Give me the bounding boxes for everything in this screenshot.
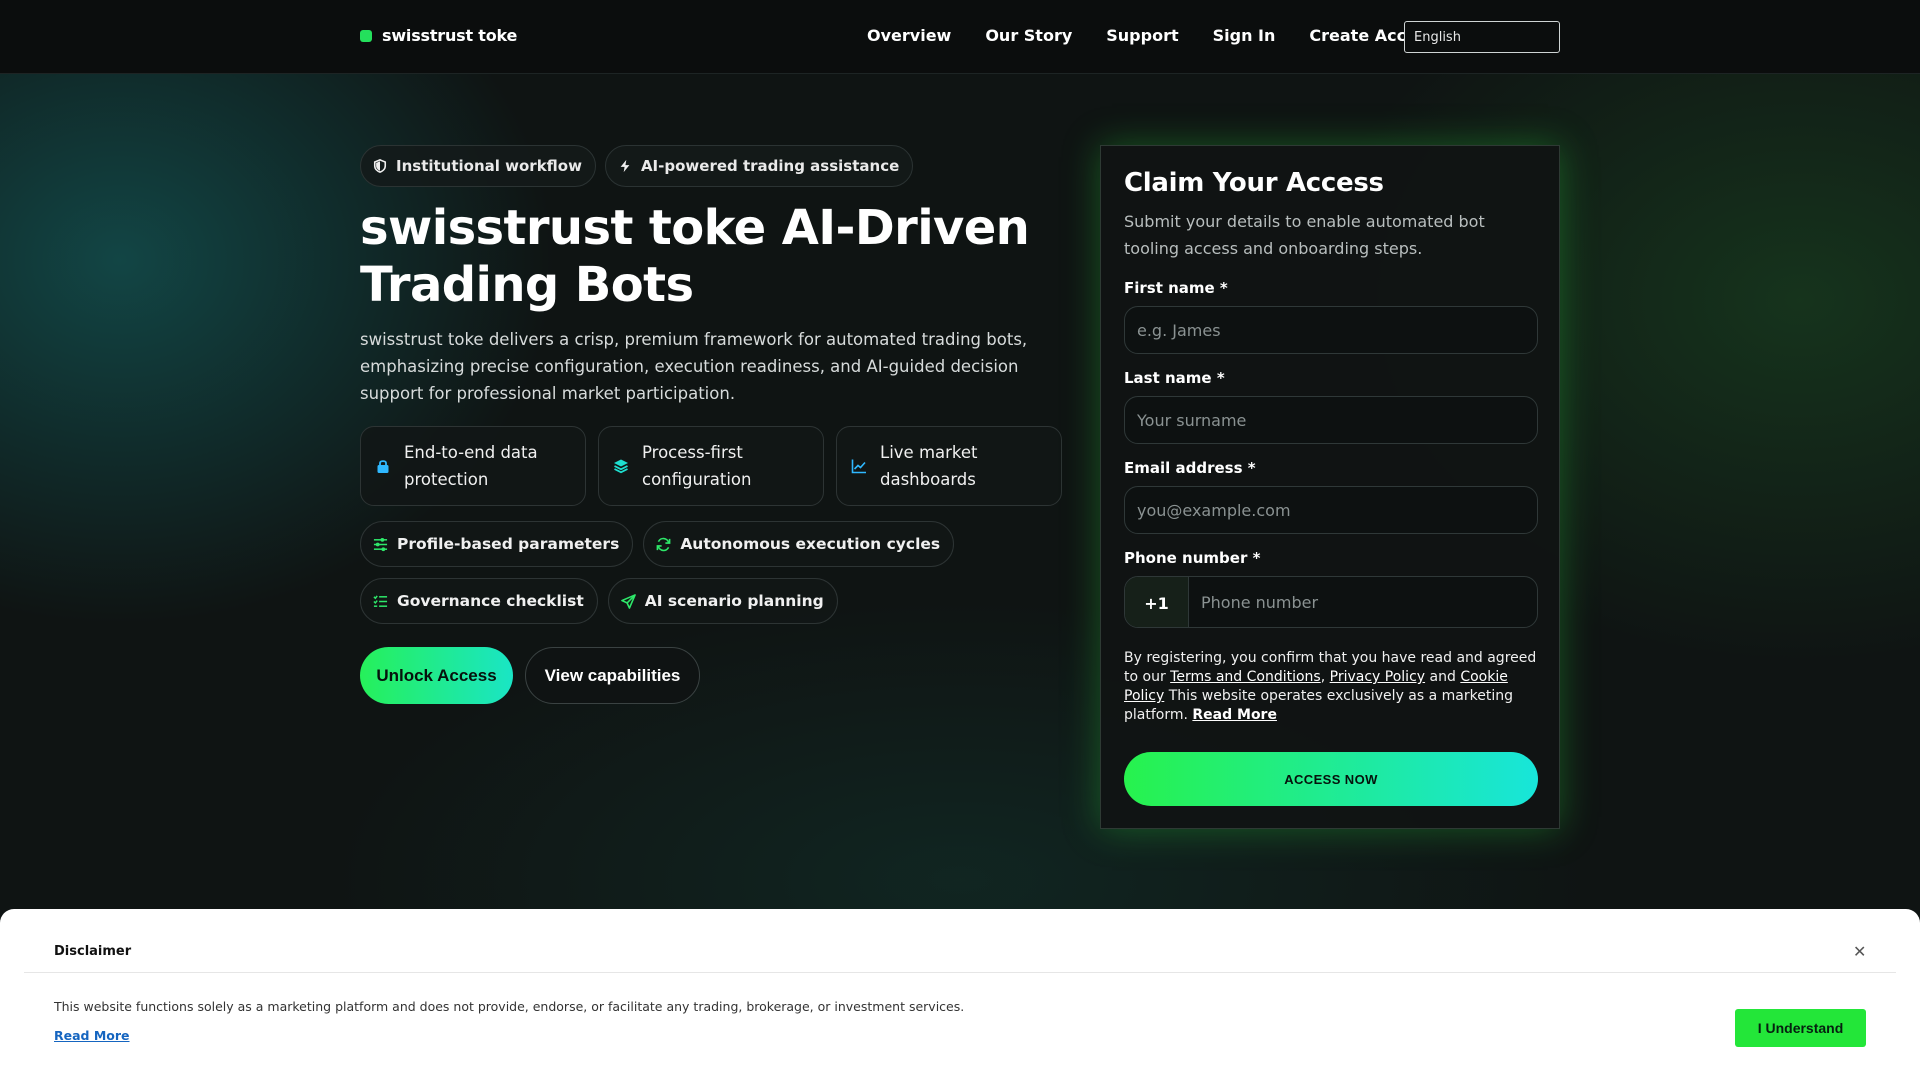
- send-icon: [620, 593, 636, 609]
- language-select[interactable]: English: [1404, 21, 1560, 53]
- lock-icon: [377, 460, 389, 473]
- bolt-icon: [620, 159, 630, 173]
- feature-cards: End-to-end data protection Process-first…: [360, 426, 1062, 506]
- pill-autonomous-cycles: Autonomous execution cycles: [643, 521, 955, 567]
- top-header: swisstrust toke Overview Our Story Suppo…: [0, 0, 1920, 74]
- pill-profile-parameters: Profile-based parameters: [360, 521, 634, 567]
- hero-chips: Institutional workflow AI-powered tradin…: [360, 145, 914, 187]
- pill-label: Autonomous execution cycles: [680, 535, 941, 553]
- phone-label: Phone number *: [1124, 549, 1261, 567]
- close-icon[interactable]: ✕: [1853, 942, 1866, 961]
- feature-label: Live market dashboards: [880, 443, 978, 489]
- brand-logo[interactable]: swisstrust toke: [360, 26, 517, 45]
- phone-country-code[interactable]: +1: [1125, 577, 1189, 627]
- feature-label: Process-first configuration: [642, 443, 752, 489]
- hero-lead: swisstrust toke delivers a crisp, premiu…: [360, 330, 1028, 403]
- view-capabilities-button[interactable]: View capabilities: [525, 647, 700, 704]
- nav-sign-in[interactable]: Sign In: [1213, 26, 1276, 45]
- pill-governance-checklist: Governance checklist: [360, 578, 598, 624]
- capability-pills-row-1: Profile-based parameters Autonomous exec…: [360, 521, 955, 567]
- terms-link[interactable]: Terms and Conditions: [1170, 669, 1321, 685]
- disclaimer-title: Disclaimer: [54, 944, 132, 959]
- privacy-link[interactable]: Privacy Policy: [1330, 669, 1425, 685]
- refresh-icon: [656, 537, 671, 551]
- pill-label: Profile-based parameters: [397, 535, 620, 553]
- chip-label: AI-powered trading assistance: [640, 157, 900, 175]
- i-understand-button[interactable]: I Understand: [1735, 1009, 1866, 1047]
- brand-mark-icon: [360, 29, 372, 42]
- pill-label: Governance checklist: [397, 592, 584, 610]
- brand-name: swisstrust toke: [382, 26, 518, 45]
- phone-number-field[interactable]: Phone number: [1201, 593, 1318, 612]
- pill-ai-scenario-planning: AI scenario planning: [607, 578, 838, 624]
- nav-support[interactable]: Support: [1106, 26, 1178, 45]
- last-name-label: Last name *: [1124, 369, 1225, 387]
- disclaimer-banner: Disclaimer ✕ This website functions sole…: [0, 909, 1920, 1080]
- pill-label: AI scenario planning: [644, 592, 824, 610]
- line-chart-icon: [851, 459, 866, 474]
- read-more-link[interactable]: Read More: [1192, 707, 1277, 723]
- email-label: Email address *: [1124, 459, 1256, 477]
- legal-consent-text: By registering, you confirm that you hav…: [1124, 650, 1537, 723]
- chip-institutional-workflow: Institutional workflow: [360, 145, 596, 187]
- email-field[interactable]: you@example.com: [1124, 486, 1538, 534]
- form-title: Claim Your Access: [1124, 168, 1384, 198]
- capability-pills-row-2: Governance checklist AI scenario plannin…: [360, 578, 838, 624]
- access-now-button[interactable]: ACCESS NOW: [1124, 752, 1538, 806]
- phone-field-group: +1 Phone number: [1124, 576, 1538, 628]
- disclaimer-read-more-link[interactable]: Read More: [54, 1028, 130, 1043]
- checklist-icon: [373, 594, 388, 607]
- first-name-label: First name *: [1124, 279, 1228, 297]
- main-nav: Overview Our Story Support Sign In Creat…: [867, 26, 1448, 45]
- layers-icon: [614, 459, 628, 474]
- unlock-access-button[interactable]: Unlock Access: [360, 647, 513, 704]
- first-name-field[interactable]: e.g. James: [1124, 306, 1538, 354]
- last-name-field[interactable]: Your surname: [1124, 396, 1538, 444]
- feature-label: End-to-end data protection: [404, 443, 538, 489]
- chip-label: Institutional workflow: [396, 157, 582, 175]
- legal-outro: This website operates exclusively as a m…: [1124, 688, 1513, 723]
- nav-overview[interactable]: Overview: [867, 26, 951, 45]
- nav-our-story[interactable]: Our Story: [985, 26, 1072, 45]
- form-subtitle: Submit your details to enable automated …: [1124, 212, 1485, 258]
- legal-and: and: [1429, 669, 1456, 685]
- disclaimer-divider: [24, 972, 1896, 973]
- sliders-icon: [373, 537, 388, 551]
- feature-card-data-protection: End-to-end data protection: [360, 426, 586, 506]
- hero-title: swisstrust toke AI-Driven Trading Bots: [360, 200, 1030, 313]
- feature-card-process-config: Process-first configuration: [598, 426, 824, 506]
- disclaimer-text: This website functions solely as a marke…: [54, 999, 965, 1014]
- shield-icon: [373, 159, 387, 173]
- claim-access-form: Claim Your Access Submit your details to…: [1100, 145, 1560, 829]
- feature-card-market-dashboards: Live market dashboards: [836, 426, 1062, 506]
- chip-ai-trading-assistance: AI-powered trading assistance: [604, 145, 914, 187]
